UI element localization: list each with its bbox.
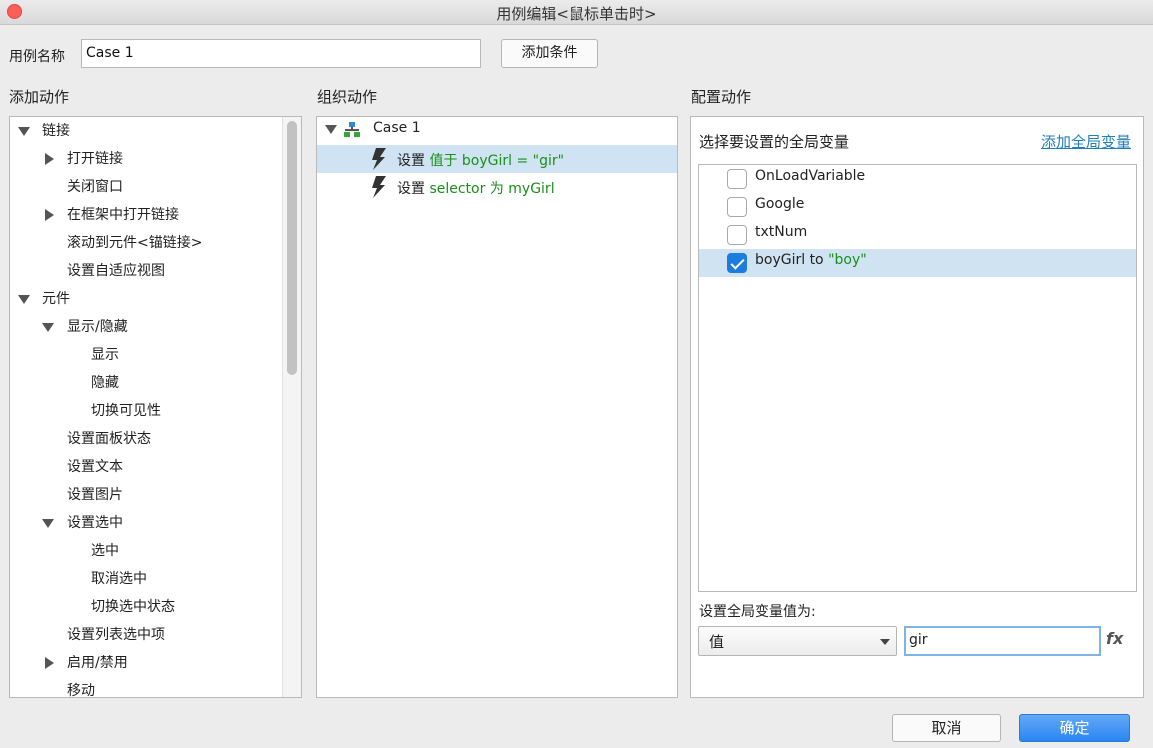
tree-item-toggle-visibility[interactable]: 切换可见性 xyxy=(91,397,161,425)
action-row-label: 设置 值于 boyGirl = "gir" xyxy=(397,150,564,170)
add-condition-button[interactable]: 添加条件 xyxy=(501,39,598,68)
lightning-icon xyxy=(372,148,386,170)
tree-item-move[interactable]: 移动 xyxy=(67,677,95,697)
value-type-select[interactable]: 值 xyxy=(698,626,897,656)
add-global-variable-link[interactable]: 添加全局变量 xyxy=(1041,131,1131,152)
chevron-down-icon xyxy=(880,639,890,645)
collapsed-triangle-icon[interactable] xyxy=(45,657,54,669)
configure-action-heading: 配置动作 xyxy=(691,88,752,106)
tree-item-close-window[interactable]: 关闭窗口 xyxy=(67,173,123,201)
tree-item-scroll-to[interactable]: 滚动到元件<锚链接> xyxy=(67,229,202,257)
tree-item-toggle-selected[interactable]: 切换选中状态 xyxy=(91,593,175,621)
value-type-selected: 值 xyxy=(709,633,725,651)
action-row-label[interactable]: 设置 selector 为 myGirl xyxy=(397,178,555,198)
tree-item-enable-disable[interactable]: 启用/禁用 xyxy=(67,649,128,677)
tree-item-widget[interactable]: 元件 xyxy=(42,285,70,313)
tree-item-set-image[interactable]: 设置图片 xyxy=(67,481,123,509)
add-action-tree[interactable]: 链接 打开链接 关闭窗口 在框架中打开链接 滚动到元件<锚链接> 设置自适应视图… xyxy=(9,116,302,698)
case-label[interactable]: Case 1 xyxy=(373,120,421,136)
window-title: 用例编辑<鼠标单击时> xyxy=(496,5,657,23)
variable-name: boyGirl to "boy" xyxy=(755,252,867,268)
fx-button[interactable]: fx xyxy=(1106,629,1123,648)
tree-item-hide[interactable]: 隐藏 xyxy=(91,369,119,397)
tree-item-unselect[interactable]: 取消选中 xyxy=(91,565,147,593)
action-detail: 值于 boyGirl = "gir" xyxy=(429,153,565,169)
tree-item-open-link[interactable]: 打开链接 xyxy=(67,145,123,173)
configure-action-panel: 选择要设置的全局变量 添加全局变量 OnLoadVariable Google … xyxy=(690,116,1144,698)
collapsed-triangle-icon[interactable] xyxy=(45,153,54,165)
variable-name: txtNum xyxy=(755,224,808,240)
tree-item-set-panel-state[interactable]: 设置面板状态 xyxy=(67,425,151,453)
value-input[interactable]: gir xyxy=(904,626,1101,656)
set-value-label: 设置全局变量值为: xyxy=(699,604,816,620)
select-global-variable-label: 选择要设置的全局变量 xyxy=(699,133,850,151)
tree-item-open-in-frame[interactable]: 在框架中打开链接 xyxy=(67,201,179,229)
tree-item-show-hide[interactable]: 显示/隐藏 xyxy=(67,313,128,341)
variable-name: OnLoadVariable xyxy=(755,168,866,184)
expand-triangle-icon[interactable] xyxy=(42,519,54,528)
tree-item-adaptive-view[interactable]: 设置自适应视图 xyxy=(67,257,165,285)
collapsed-triangle-icon[interactable] xyxy=(45,209,54,221)
tree-item-link[interactable]: 链接 xyxy=(42,117,70,145)
organize-action-tree[interactable]: Case 1 设置 值于 boyGirl = "gir" 设置 selector… xyxy=(316,116,678,698)
expand-triangle-icon[interactable] xyxy=(18,295,30,304)
variable-checkbox-checked[interactable] xyxy=(727,253,747,273)
action-prefix: 设置 xyxy=(397,153,425,169)
variable-checkbox[interactable] xyxy=(727,169,747,189)
cancel-button[interactable]: 取消 xyxy=(892,714,1001,742)
ok-button[interactable]: 确定 xyxy=(1019,714,1130,742)
tree-item-select[interactable]: 选中 xyxy=(91,537,119,565)
value-input-text: gir xyxy=(909,632,928,648)
expand-triangle-icon[interactable] xyxy=(42,323,54,332)
global-variable-list[interactable]: OnLoadVariable Google txtNum boyGirl to … xyxy=(698,164,1137,592)
tree-item-show[interactable]: 显示 xyxy=(91,341,119,369)
case-flow-icon xyxy=(344,122,360,137)
tree-item-set-list-selection[interactable]: 设置列表选中项 xyxy=(67,621,165,649)
variable-checkbox[interactable] xyxy=(727,225,747,245)
case-name-label: 用例名称 xyxy=(9,49,65,65)
organize-action-heading: 组织动作 xyxy=(317,88,378,106)
expand-triangle-icon[interactable] xyxy=(18,127,30,136)
scrollbar-thumb[interactable] xyxy=(287,121,297,375)
variable-assign-text: boyGirl to xyxy=(755,252,829,268)
add-action-heading: 添加动作 xyxy=(9,88,70,106)
variable-value: "boy" xyxy=(828,252,867,268)
tree-item-set-selected[interactable]: 设置选中 xyxy=(67,509,123,537)
case-name-input[interactable]: Case 1 xyxy=(81,39,481,68)
action-prefix: 设置 xyxy=(397,181,425,197)
variable-name: Google xyxy=(755,196,805,212)
tree-item-set-text[interactable]: 设置文本 xyxy=(67,453,123,481)
expand-triangle-icon[interactable] xyxy=(325,125,337,134)
variable-checkbox[interactable] xyxy=(727,197,747,217)
lightning-icon xyxy=(372,176,386,198)
action-detail: selector 为 myGirl xyxy=(429,181,555,197)
